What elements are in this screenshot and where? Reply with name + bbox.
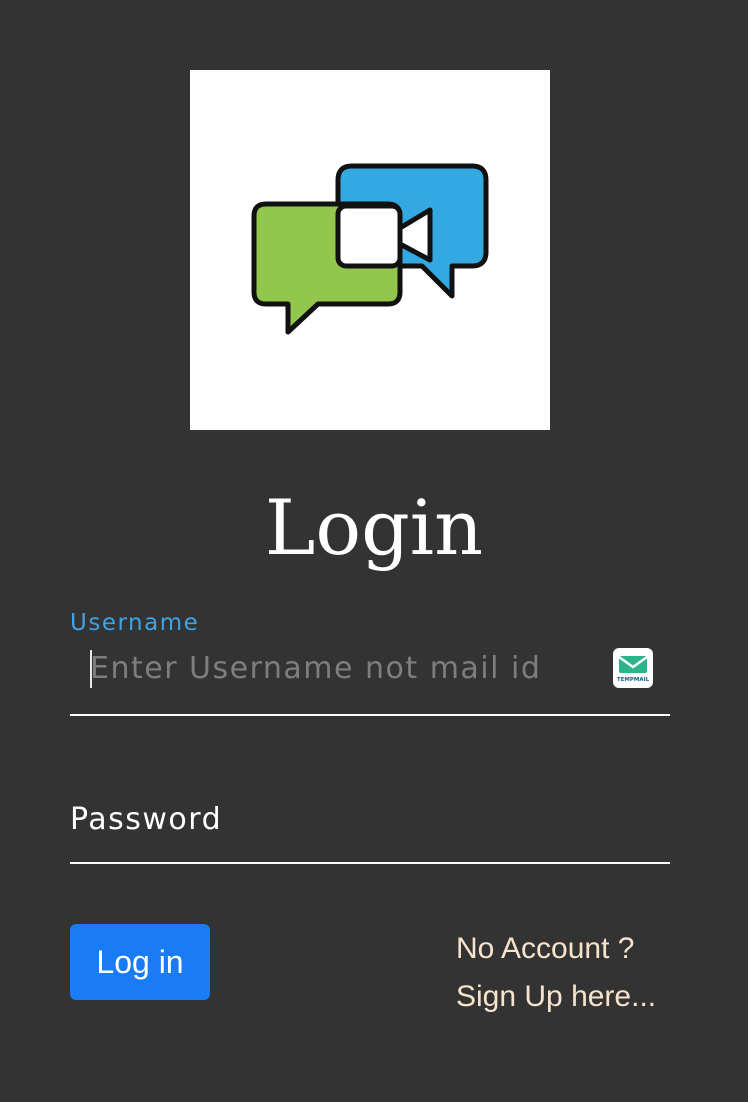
username-label: Username [70,610,200,636]
app-logo [190,70,550,430]
video-chat-bubbles-icon [251,163,489,335]
username-field[interactable]: Username TEMPMAIL [70,606,670,716]
tempmail-icon[interactable]: TEMPMAIL [613,648,653,688]
text-caret [90,650,92,688]
no-account-text: No Account ? [456,932,635,965]
username-input[interactable] [90,646,600,690]
password-input[interactable] [70,800,670,850]
tempmail-text: TEMPMAIL [617,677,650,683]
sign-up-text[interactable]: Sign Up here... [456,973,696,1021]
page-title: Login [264,483,484,572]
login-button[interactable]: Log in [70,924,210,1000]
password-field[interactable]: Password [70,792,670,864]
signup-link[interactable]: No Account ? Sign Up here... [456,925,696,1021]
